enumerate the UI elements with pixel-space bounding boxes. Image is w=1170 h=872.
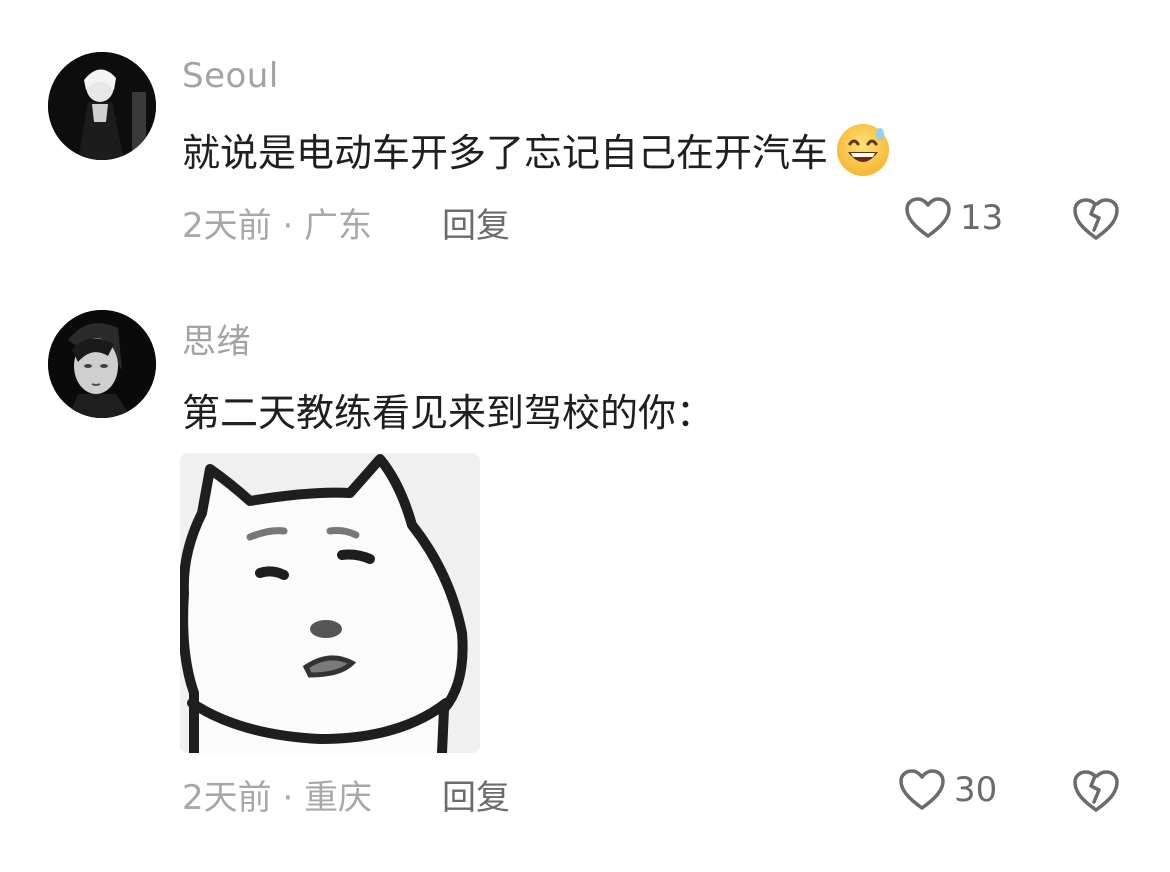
heart-outline-icon (905, 197, 951, 238)
reply-button[interactable]: 回复 (442, 198, 510, 247)
username[interactable]: Seoul (182, 56, 279, 96)
like-count: 13 (960, 198, 1004, 238)
avatar[interactable] (48, 52, 156, 160)
heart-outline-icon (899, 769, 945, 810)
dislike-button[interactable] (1072, 196, 1120, 246)
broken-heart-icon (1073, 198, 1119, 240)
comment-text-content: 第二天教练看见来到驾校的你： (182, 390, 715, 435)
broken-heart-icon (1073, 770, 1119, 812)
username[interactable]: 思绪 (182, 314, 251, 363)
like-button[interactable]: 13 (904, 196, 1003, 240)
timestamp-location: 2天前 · 广东 (182, 206, 373, 246)
reply-button[interactable]: 回复 (442, 770, 510, 819)
like-button[interactable]: 30 (898, 768, 997, 812)
like-count: 30 (954, 770, 998, 810)
avatar[interactable] (48, 310, 156, 418)
cat-meme-sticker[interactable] (180, 453, 480, 753)
comment-text: 就说是电动车开多了忘记自己在开汽车 (182, 118, 892, 180)
comment-text: 第二天教练看见来到驾校的你： (182, 378, 714, 440)
dislike-button[interactable] (1072, 768, 1120, 818)
timestamp-location: 2天前 · 重庆 (182, 778, 373, 818)
comment-text-content: 就说是电动车开多了忘记自己在开汽车 (182, 130, 829, 175)
grinning-sweat-emoji-icon (834, 120, 892, 178)
